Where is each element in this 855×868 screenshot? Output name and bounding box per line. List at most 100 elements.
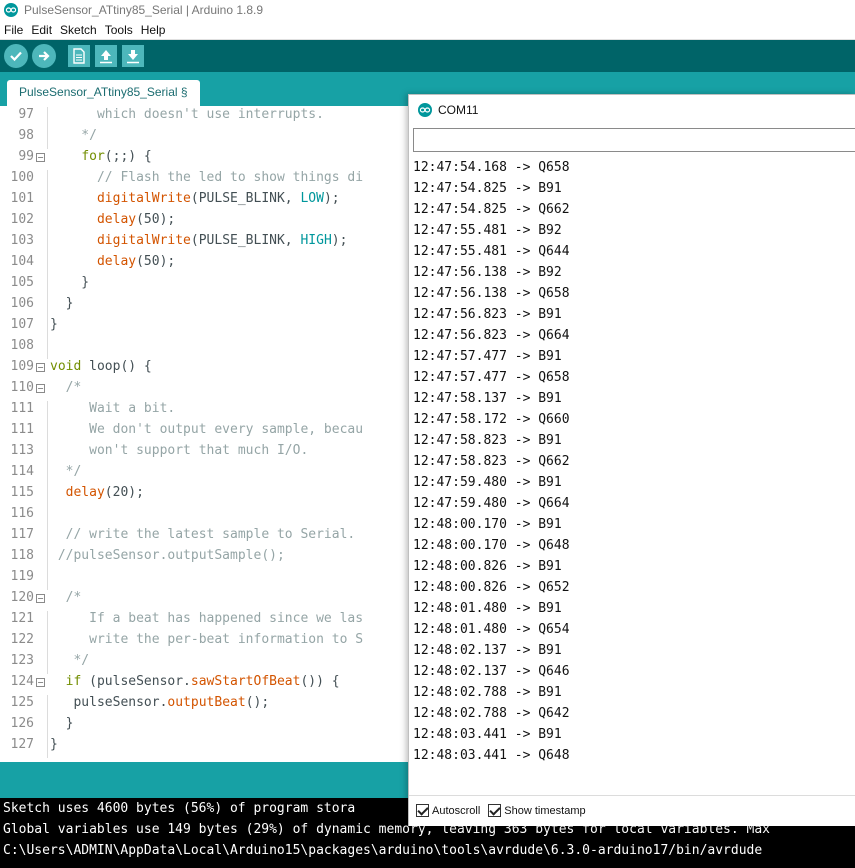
- line-number: 100: [10, 170, 34, 185]
- code-line: 111 We don't output every sample, becau: [0, 422, 410, 443]
- menu-bar: File Edit Sketch Tools Help: [0, 20, 855, 40]
- serial-monitor-title: COM11: [438, 103, 479, 117]
- code-line: 113 won't support that much I/O.: [0, 443, 410, 464]
- fold-guide: [47, 212, 48, 233]
- line-number: 117: [10, 527, 34, 542]
- arduino-logo-icon: [418, 103, 432, 117]
- serial-line: 12:48:02.788 -> B91: [413, 685, 562, 700]
- serial-output[interactable]: 12:47:54.168 -> B92 12:47:54.168 -> Q658…: [409, 152, 855, 792]
- tab-sketch[interactable]: PulseSensor_ATtiny85_Serial §: [7, 80, 200, 106]
- fold-toggle-icon[interactable]: −: [36, 153, 45, 162]
- new-button[interactable]: [68, 45, 90, 67]
- fold-guide: [47, 443, 48, 464]
- menu-sketch[interactable]: Sketch: [60, 23, 97, 37]
- show-timestamp-label: Show timestamp: [504, 804, 586, 817]
- code-text: which doesn't use interrupts.: [50, 107, 324, 122]
- serial-line: 12:47:55.481 -> B92: [413, 223, 562, 238]
- code-line: 115 delay(20);: [0, 485, 410, 506]
- serial-line: 12:47:54.168 -> Q658: [413, 160, 570, 175]
- show-timestamp-checkbox[interactable]: [488, 804, 502, 817]
- serial-line: 12:48:02.137 -> B91: [413, 643, 562, 658]
- serial-line: 12:47:59.480 -> B91: [413, 475, 562, 490]
- fold-toggle-icon[interactable]: −: [36, 363, 45, 372]
- arrow-down-icon: [127, 50, 139, 64]
- code-text: }: [50, 317, 58, 332]
- code-text: delay(50);: [96, 212, 176, 227]
- fold-guide: [47, 716, 48, 737]
- open-button[interactable]: [95, 45, 117, 67]
- code-line: 101 digitalWrite(PULSE_BLINK, LOW);: [0, 191, 410, 212]
- menu-help[interactable]: Help: [141, 23, 166, 37]
- code-line: 97 which doesn't use interrupts.: [0, 107, 410, 128]
- fold-guide: [47, 737, 48, 758]
- serial-line: 12:47:54.168 -> B92: [413, 152, 562, 160]
- serial-footer: Autoscroll Show timestamp: [409, 795, 855, 825]
- serial-send-input[interactable]: [413, 128, 855, 152]
- serial-line: 12:47:57.477 -> B91: [413, 349, 562, 364]
- code-line: 125 pulseSensor.outputBeat();: [0, 695, 410, 716]
- fold-guide: [47, 275, 48, 296]
- line-number: 119: [10, 569, 34, 584]
- code-text: delay(20);: [65, 485, 144, 500]
- menu-file[interactable]: File: [4, 23, 23, 37]
- title-bar: PulseSensor_ATtiny85_Serial | Arduino 1.…: [0, 0, 855, 20]
- line-number: 106: [10, 296, 34, 311]
- line-number: 105: [10, 275, 34, 290]
- serial-line: 12:47:57.477 -> Q658: [413, 370, 570, 385]
- code-text: */: [50, 128, 97, 143]
- line-number: 126: [10, 716, 34, 731]
- code-text: if (pulseSensor.sawStartOfBeat()) {: [65, 674, 340, 689]
- fold-guide: [47, 611, 48, 632]
- code-line: 107}: [0, 317, 410, 338]
- code-text: // Flash the led to show things di: [50, 170, 364, 185]
- serial-line: 12:48:03.441 -> Q648: [413, 748, 570, 763]
- code-text: //pulseSensor.outputSample();: [50, 548, 285, 563]
- arrow-up-icon: [100, 50, 112, 64]
- menu-tools[interactable]: Tools: [105, 23, 133, 37]
- code-text: */: [50, 464, 82, 479]
- code-line: 127}: [0, 737, 410, 758]
- serial-line: 12:47:55.481 -> Q644: [413, 244, 570, 259]
- upload-button[interactable]: [32, 44, 56, 68]
- code-editor[interactable]: 97 which doesn't use interrupts. 98 */99−…: [0, 106, 410, 762]
- menu-edit[interactable]: Edit: [31, 23, 52, 37]
- code-line: 121 If a beat has happened since we las: [0, 611, 410, 632]
- fold-guide: [47, 632, 48, 653]
- line-number: 116: [10, 506, 34, 521]
- serial-line: 12:47:58.823 -> B91: [413, 433, 562, 448]
- window-title: PulseSensor_ATtiny85_Serial | Arduino 1.…: [24, 3, 264, 17]
- fold-guide: [47, 548, 48, 569]
- code-line: 100 // Flash the led to show things di: [0, 170, 410, 191]
- fold-guide: [47, 401, 48, 422]
- check-icon: [10, 51, 22, 62]
- line-number: 122: [10, 632, 34, 647]
- line-number: 127: [10, 737, 34, 752]
- code-text: delay(50);: [96, 254, 176, 269]
- serial-line: 12:48:00.826 -> Q652: [413, 580, 570, 595]
- fold-guide: [47, 464, 48, 485]
- fold-toggle-icon[interactable]: −: [36, 594, 45, 603]
- code-line: 117 // write the latest sample to Serial…: [0, 527, 410, 548]
- fold-guide: [47, 338, 48, 359]
- code-text: // write the latest sample to Serial.: [50, 527, 356, 542]
- code-line: 104 delay(50);: [0, 254, 410, 275]
- code-line: 109− void loop() {: [0, 359, 410, 380]
- code-text: pulseSensor.outputBeat();: [50, 695, 270, 710]
- code-text: for(;;) {: [81, 149, 152, 164]
- line-number: 101: [10, 191, 34, 206]
- fold-toggle-icon[interactable]: −: [36, 384, 45, 393]
- code-text: digitalWrite(PULSE_BLINK, LOW);: [96, 191, 340, 206]
- save-button[interactable]: [122, 45, 144, 67]
- line-number: 111: [10, 401, 34, 416]
- code-line: 106 }: [0, 296, 410, 317]
- fold-guide: [47, 254, 48, 275]
- serial-line: 12:47:54.825 -> B91: [413, 181, 562, 196]
- line-number: 115: [10, 485, 34, 500]
- line-number: 108: [10, 338, 34, 353]
- autoscroll-checkbox[interactable]: [416, 804, 429, 817]
- verify-button[interactable]: [4, 44, 28, 68]
- fold-toggle-icon[interactable]: −: [36, 678, 45, 687]
- code-line: 102 delay(50);: [0, 212, 410, 233]
- line-number: 103: [10, 233, 34, 248]
- code-line: 111 Wait a bit.: [0, 401, 410, 422]
